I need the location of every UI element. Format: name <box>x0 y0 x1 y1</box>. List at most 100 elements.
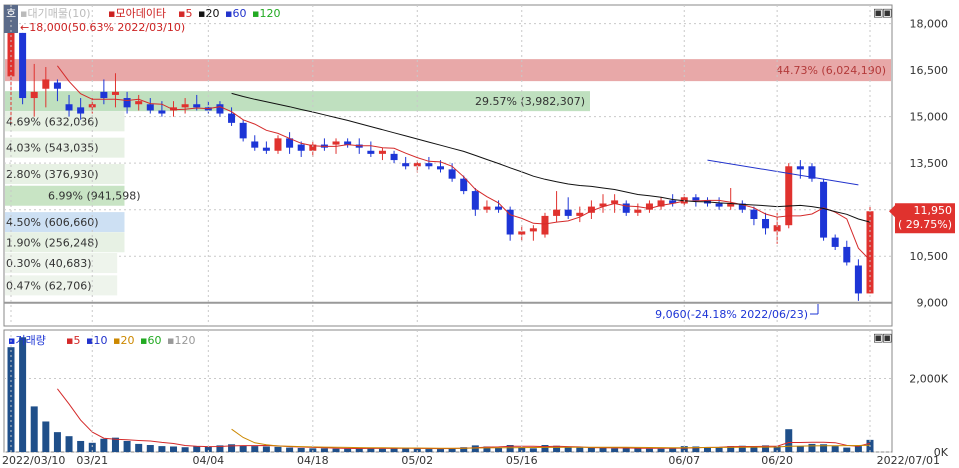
candle-body <box>750 209 758 219</box>
volume-bar <box>146 445 154 452</box>
volume-legend-ma: ▪60 <box>140 334 161 347</box>
candle-body <box>553 209 561 216</box>
volume-bar <box>53 432 61 452</box>
candle-body <box>146 104 154 111</box>
candle-body <box>367 150 375 154</box>
volume-bar <box>587 447 595 452</box>
volume-bar <box>437 449 444 452</box>
volume-bar <box>378 448 386 452</box>
candle-body <box>53 82 61 89</box>
candle-body <box>297 144 305 151</box>
volume-bar <box>471 445 479 452</box>
volume-bar <box>42 421 50 452</box>
volume-bar <box>808 443 816 452</box>
volume-bar <box>796 446 804 452</box>
candle-body <box>332 141 340 145</box>
candle-body <box>506 209 514 235</box>
volume-bar <box>831 446 839 452</box>
x-tick-label: 2022/03/10 <box>2 454 65 467</box>
price-level-label: 4.03% (543,035) <box>6 142 99 155</box>
buy-sell-tab-label: 호 <box>6 7 16 20</box>
candle-body <box>564 209 572 216</box>
volume-bar <box>495 447 503 452</box>
volume-bar <box>77 440 85 452</box>
price-legend-ma: ▪60 <box>225 7 246 20</box>
candle-body <box>715 203 723 207</box>
candle-body <box>541 215 549 235</box>
candle-body <box>483 206 491 210</box>
x-tick-label: 04/04 <box>192 454 224 467</box>
price-tick-label: 15,000 <box>910 111 949 124</box>
candle-body <box>692 197 700 201</box>
candle-body <box>135 101 143 105</box>
current-price-value: 11,950 <box>914 204 953 217</box>
volume-bar <box>645 448 653 452</box>
price-tick-label: 9,000 <box>917 297 949 310</box>
current-price-change: ( 29.75%) <box>898 218 952 231</box>
candle-body <box>100 91 108 99</box>
high-marker-label: ←18,000(50.63% 2022/03/10) <box>20 21 185 34</box>
volume-bar <box>170 446 178 452</box>
low-marker-label: 9,060(-24.18% 2022/06/23) <box>655 308 808 321</box>
volume-bar <box>286 447 294 452</box>
volume-bar <box>65 436 73 452</box>
price-level-label: 0.30% (40,683) <box>6 257 92 270</box>
candle-body <box>471 191 479 210</box>
volume-legend-title: ▪거래량 <box>8 334 46 347</box>
price-legend-stock: ▪모아데이타 <box>108 7 166 20</box>
price-level-label: 4.50% (606,660) <box>6 216 99 229</box>
x-tick-label: 04/18 <box>297 454 329 467</box>
candle-body <box>390 153 398 161</box>
price-legend-ma: ▪120 <box>252 7 280 20</box>
candle-body <box>843 246 851 263</box>
candle-body <box>216 104 224 114</box>
volume-bar <box>320 448 328 452</box>
volume-bar <box>657 448 665 452</box>
candle-body <box>402 163 410 167</box>
volume-legend-ma: ▪5 <box>66 334 80 347</box>
volume-bar <box>425 449 433 452</box>
price-tick-label: 18,000 <box>910 18 949 31</box>
volume-bar <box>854 446 862 452</box>
candle-body <box>344 141 352 145</box>
volume-bar <box>262 446 270 452</box>
volume-bar <box>402 448 410 452</box>
volume-bar <box>100 438 108 452</box>
price-legend-ma: ▪5 <box>178 7 192 20</box>
volume-legend-ma: ▪20 <box>113 334 134 347</box>
price-level-label: 0.47% (62,706) <box>6 279 92 292</box>
candle-body <box>831 237 839 247</box>
candle-body <box>622 203 630 213</box>
volume-bar <box>297 447 305 452</box>
candle-body <box>42 79 50 89</box>
candle-body <box>262 147 270 151</box>
volume-bar <box>576 447 584 452</box>
price-level-label: 1.90% (256,248) <box>6 236 99 249</box>
candle-body <box>77 107 85 114</box>
price-tick-label: 13,500 <box>910 157 949 170</box>
volume-bar <box>785 429 793 452</box>
price-level-label: 4.69% (632,036) <box>6 115 99 128</box>
candle-body <box>495 206 503 210</box>
candle-body <box>123 98 131 108</box>
price-level-label: 29.57% (3,982,307) <box>475 95 585 108</box>
candle-body <box>378 150 386 154</box>
volume-bar <box>193 446 201 452</box>
volume-bar <box>30 406 38 452</box>
candle-body <box>158 110 166 114</box>
price-level-band <box>5 59 891 82</box>
candle-body <box>460 178 468 192</box>
candle-body <box>425 163 433 167</box>
price-legend-ma: ▪20 <box>198 7 219 20</box>
volume-legend-ma: ▪120 <box>167 334 195 347</box>
candle-body <box>529 228 537 232</box>
candle-body <box>65 104 73 111</box>
candle-body <box>111 91 119 95</box>
x-tick-label: 05/02 <box>401 454 433 467</box>
volume-bar <box>344 448 352 452</box>
stock-chart[interactable]: 18,00016,50015,00013,50012,00010,5009,00… <box>0 0 959 468</box>
price-legend-title: ▪대기매물(10) <box>20 7 91 20</box>
price-level-label: 44.73% (6,024,190) <box>776 64 886 77</box>
x-tick-label: 03/21 <box>76 454 108 467</box>
volume-bar <box>843 447 851 452</box>
